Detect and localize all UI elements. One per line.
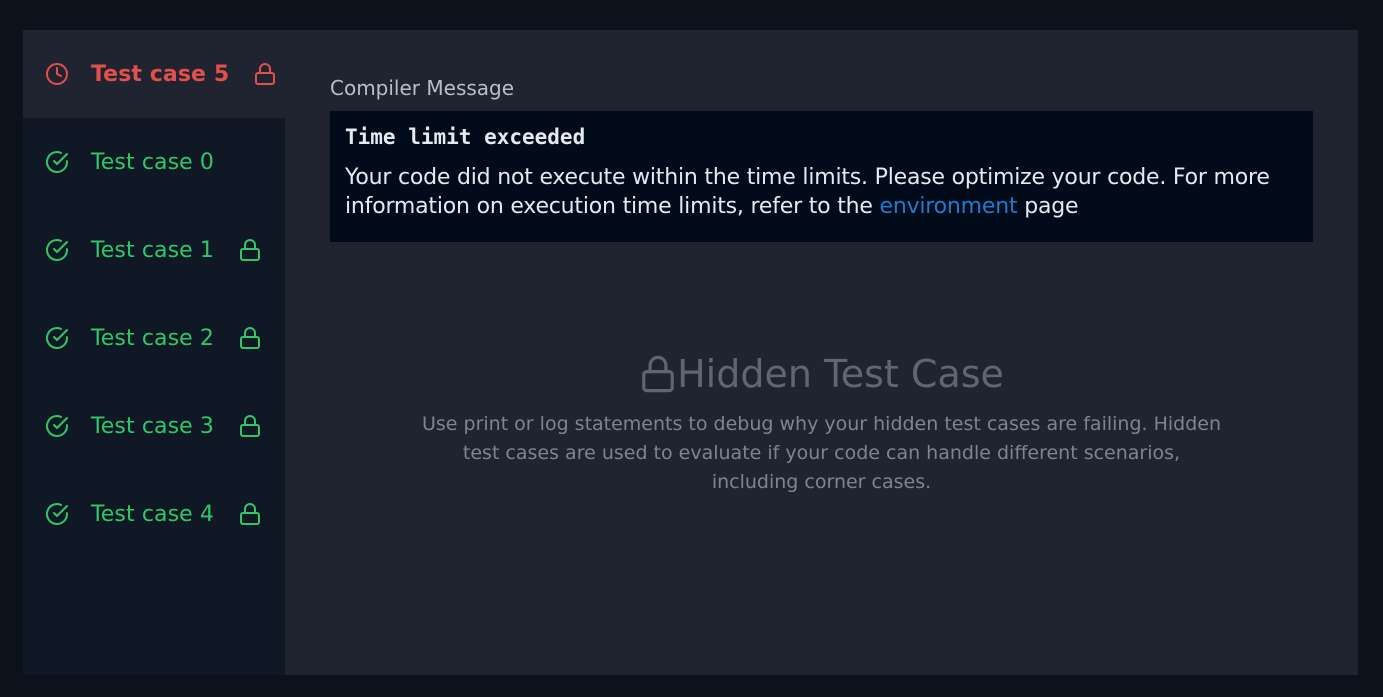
- check-circle-icon: [45, 150, 69, 174]
- compiler-message-before: Your code did not execute within the tim…: [345, 165, 1270, 219]
- compiler-message-box: Time limit exceeded Your code did not ex…: [330, 111, 1313, 242]
- sidebar-item-test-case-0[interactable]: Test case 0: [23, 118, 285, 206]
- check-circle-icon: [45, 238, 69, 262]
- sidebar-item-test-case-3[interactable]: Test case 3: [23, 382, 285, 470]
- lock-icon: [639, 354, 677, 394]
- sidebar-item-test-case-1[interactable]: Test case 1: [23, 206, 285, 294]
- hidden-test-case-description: Use print or log statements to debug why…: [421, 413, 1222, 493]
- lock-icon: [253, 62, 277, 86]
- test-case-label: Test case 3: [91, 413, 214, 439]
- check-circle-icon: [45, 414, 69, 438]
- lock-icon: [238, 414, 262, 438]
- hidden-test-case-title: Hidden Test Case: [677, 352, 1004, 396]
- test-case-label: Test case 0: [91, 149, 214, 175]
- compiler-message-after: page: [1017, 194, 1079, 219]
- sidebar-item-test-case-5[interactable]: Test case 5: [23, 30, 285, 118]
- hidden-test-case-heading: Hidden Test Case: [330, 352, 1313, 396]
- sidebar-item-test-case-2[interactable]: Test case 2: [23, 294, 285, 382]
- test-results-panel: Test case 5 Test case 0 Test case 1 Test…: [23, 30, 1358, 675]
- compiler-message-text: Your code did not execute within the tim…: [345, 163, 1298, 221]
- test-case-detail: Compiler Message Time limit exceeded You…: [285, 30, 1358, 675]
- sidebar-item-test-case-4[interactable]: Test case 4: [23, 470, 285, 558]
- test-case-label: Test case 2: [91, 325, 214, 351]
- environment-link[interactable]: environment: [880, 194, 1018, 219]
- lock-icon: [238, 502, 262, 526]
- compiler-message-title: Time limit exceeded: [345, 125, 586, 149]
- check-circle-icon: [45, 326, 69, 350]
- clock-icon: [45, 62, 69, 86]
- check-circle-icon: [45, 502, 69, 526]
- lock-icon: [238, 326, 262, 350]
- lock-icon: [238, 238, 262, 262]
- compiler-message-label: Compiler Message: [330, 76, 515, 100]
- test-case-label: Test case 1: [91, 237, 214, 263]
- test-case-label: Test case 5: [91, 61, 230, 87]
- test-case-label: Test case 4: [91, 501, 214, 527]
- test-case-sidebar: Test case 5 Test case 0 Test case 1 Test…: [23, 30, 285, 675]
